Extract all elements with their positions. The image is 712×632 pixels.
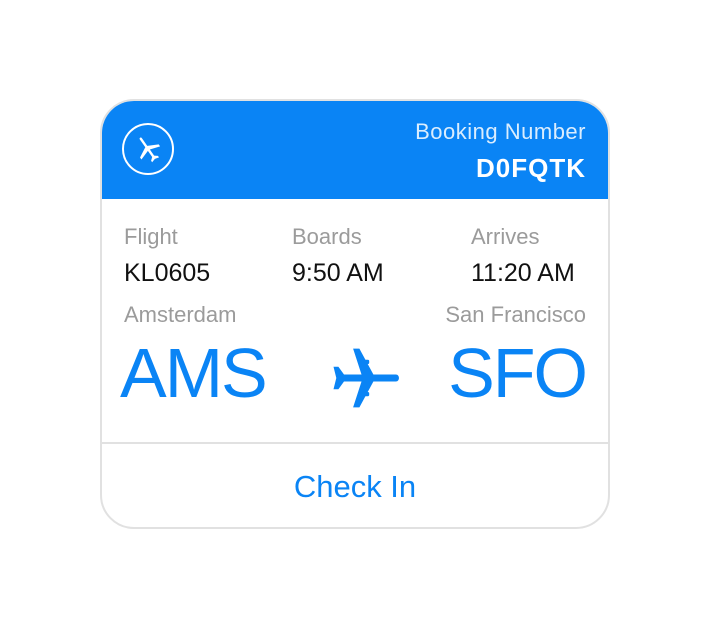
- card-header: Booking Number D0FQTK: [102, 101, 608, 199]
- destination-city: San Francisco: [445, 302, 586, 327]
- flight-number: KL0605: [124, 259, 211, 287]
- boards-time: 9:50 AM: [292, 259, 384, 287]
- booking-number-value: D0FQTK: [476, 153, 586, 183]
- check-in-button[interactable]: Check In: [102, 444, 608, 527]
- origin-city: Amsterdam: [124, 302, 237, 327]
- booking-number-label: Booking Number: [415, 119, 586, 144]
- airplane-icon: [330, 343, 400, 413]
- origin-code: AMS: [120, 334, 268, 412]
- boarding-pass-card: Booking Number D0FQTK Flight KL0605 Boar…: [100, 99, 610, 529]
- airplane-icon: [122, 123, 174, 175]
- destination-code: SFO: [448, 334, 588, 412]
- flight-label: Flight: [124, 224, 178, 249]
- boards-label: Boards: [292, 224, 362, 249]
- arrives-label: Arrives: [471, 224, 540, 249]
- arrives-time: 11:20 AM: [471, 259, 575, 287]
